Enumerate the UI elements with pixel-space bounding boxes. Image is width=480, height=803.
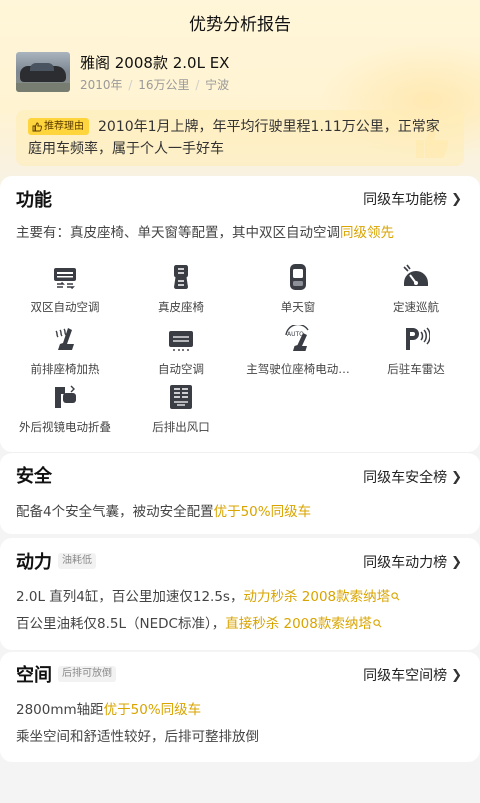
- power-desc-line2: 百公里油耗仅8.5L（NEDC标准），直接秒杀 2008款索纳塔: [16, 612, 382, 632]
- car-meta: 2010年 / 16万公里 / 宁波: [80, 78, 230, 92]
- page-title: 优势分析报告: [189, 15, 291, 35]
- feature-item[interactable]: AUTO 主驾驶位座椅电动…: [238, 325, 358, 377]
- feature-item[interactable]: 后驻车雷达: [356, 325, 476, 377]
- power-desc-line1: 2.0L 直列4缸，百公里加速仅12.5s，动力秒杀 2008款索纳塔: [16, 585, 400, 605]
- feature-label: 后排出风口: [152, 420, 210, 434]
- feature-item[interactable]: 后排出风口: [121, 383, 241, 435]
- chevron-right-icon: ❯: [451, 191, 462, 207]
- safety-ranking-label: 同级车安全榜: [363, 470, 448, 486]
- chevron-right-icon: ❯: [451, 554, 462, 570]
- car-name: 雅阁 2008款 2.0L EX: [80, 54, 230, 72]
- power-line2-text: 百公里油耗仅8.5L（NEDC标准），: [16, 616, 226, 632]
- thumbs-up-icon: [32, 122, 42, 131]
- space-card: 空间 后排可放倒 同级车空间榜 ❯ 2800mm轴距优于50%同级车 乘坐空间和舒…: [0, 652, 480, 762]
- feature-item[interactable]: 自动空调: [121, 325, 241, 377]
- safety-desc: 配备4个安全气囊，被动安全配置优于50%同级车: [16, 500, 311, 520]
- recommend-reason-badge: 推荐理由: [28, 118, 89, 135]
- feature-item[interactable]: 真皮座椅: [121, 263, 241, 315]
- power-seat-icon: AUTO: [285, 325, 309, 351]
- mirror-fold-icon: [55, 385, 76, 408]
- auto-ac-icon: [169, 331, 193, 351]
- function-ranking-label: 同级车功能榜: [363, 192, 448, 208]
- car-thumbnail: [16, 52, 70, 92]
- safety-desc-text: 配备4个安全气囊，被动安全配置: [16, 504, 214, 520]
- thumbs-up-decoration-icon: [416, 129, 449, 158]
- feature-label: 主驾驶位座椅电动…: [246, 362, 350, 376]
- safety-desc-highlight: 优于50%同级车: [213, 504, 312, 520]
- badge-label: 推荐理由: [44, 121, 84, 132]
- seat-heating-icon: [55, 328, 74, 350]
- rear-vent-icon: [170, 385, 192, 409]
- feature-item[interactable]: 双区自动空调: [5, 263, 125, 315]
- chevron-right-icon: ❯: [451, 469, 462, 485]
- feature-item[interactable]: 前排座椅加热: [5, 325, 125, 377]
- cruise-control-icon: [403, 264, 428, 286]
- space-ranking-label: 同级车空间榜: [363, 668, 448, 684]
- car-city: 宁波: [205, 78, 230, 92]
- function-desc-highlight: 同级领先: [340, 225, 394, 241]
- function-ranking-link[interactable]: 同级车功能榜 ❯: [363, 189, 462, 209]
- chevron-right-icon: ❯: [451, 667, 462, 683]
- power-title: 动力: [16, 552, 52, 573]
- space-line1-text: 2800mm轴距: [16, 702, 104, 718]
- function-title: 功能: [16, 190, 52, 211]
- feature-item[interactable]: 外后视镜电动折叠: [5, 383, 125, 435]
- feature-label: 自动空调: [158, 362, 204, 376]
- power-tag: 油耗低: [58, 553, 96, 569]
- function-desc: 主要有：真皮座椅、单天窗等配置，其中双区自动空调同级领先: [16, 221, 394, 241]
- feature-item[interactable]: 定速巡航: [356, 263, 476, 315]
- feature-label: 定速巡航: [393, 300, 439, 314]
- feature-item[interactable]: 单天窗: [238, 263, 358, 315]
- space-desc-line2: 乘坐空间和舒适性较好，后排可整排放倒: [16, 729, 259, 745]
- space-desc-line1: 2800mm轴距优于50%同级车: [16, 698, 201, 718]
- power-line2-link[interactable]: 直接秒杀 2008款索纳塔: [225, 616, 382, 632]
- safety-ranking-link[interactable]: 同级车安全榜 ❯: [363, 467, 462, 487]
- sunroof-icon: [290, 264, 306, 290]
- feature-label: 真皮座椅: [158, 300, 204, 314]
- car-summary[interactable]: 雅阁 2008款 2.0L EX 2010年 / 16万公里 / 宁波: [16, 52, 464, 94]
- power-line1-highlight: 动力秒杀 2008款索纳塔: [243, 589, 391, 605]
- feature-label: 双区自动空调: [30, 300, 100, 314]
- search-icon: [391, 592, 400, 601]
- feature-label: 前排座椅加热: [30, 362, 100, 376]
- recommend-reason-card: 2010年1月上牌，年平均行驶里程1.11万公里，正常家庭用车频率，属于个人一手…: [16, 110, 464, 166]
- leather-seat-icon: [174, 265, 188, 289]
- search-icon: [373, 619, 382, 628]
- power-card: 动力 油耗低 同级车动力榜 ❯ 2.0L 直列4缸，百公里加速仅12.5s，动力秒…: [0, 538, 480, 650]
- power-line2-highlight: 直接秒杀 2008款索纳塔: [225, 616, 372, 632]
- power-ranking-link[interactable]: 同级车动力榜 ❯: [363, 552, 462, 572]
- dual-zone-ac-icon: [54, 268, 76, 290]
- power-line1-text: 2.0L 直列4缸，百公里加速仅12.5s，: [16, 589, 244, 605]
- feature-label: 后驻车雷达: [387, 362, 445, 376]
- space-line1-highlight: 优于50%同级车: [103, 702, 202, 718]
- function-desc-text: 主要有：真皮座椅、单天窗等配置，其中双区自动空调: [16, 225, 340, 241]
- safety-title: 安全: [16, 466, 52, 487]
- recommend-reason-text: 2010年1月上牌，年平均行驶里程1.11万公里，正常家庭用车频率，属于个人一手…: [28, 119, 440, 157]
- car-mileage: 16万公里: [138, 78, 190, 92]
- space-ranking-link[interactable]: 同级车空间榜 ❯: [363, 665, 462, 685]
- power-line1-link[interactable]: 动力秒杀 2008款索纳塔: [243, 589, 400, 605]
- parking-radar-icon: [406, 327, 430, 350]
- car-year: 2010年: [80, 78, 123, 92]
- space-title: 空间: [16, 665, 52, 686]
- power-ranking-label: 同级车动力榜: [363, 555, 448, 571]
- feature-label: 外后视镜电动折叠: [19, 420, 111, 434]
- feature-label: 单天窗: [280, 300, 316, 314]
- safety-card: 安全 同级车安全榜 ❯ 配备4个安全气囊，被动安全配置优于50%同级车: [0, 452, 480, 534]
- space-tag: 后排可放倒: [58, 666, 116, 682]
